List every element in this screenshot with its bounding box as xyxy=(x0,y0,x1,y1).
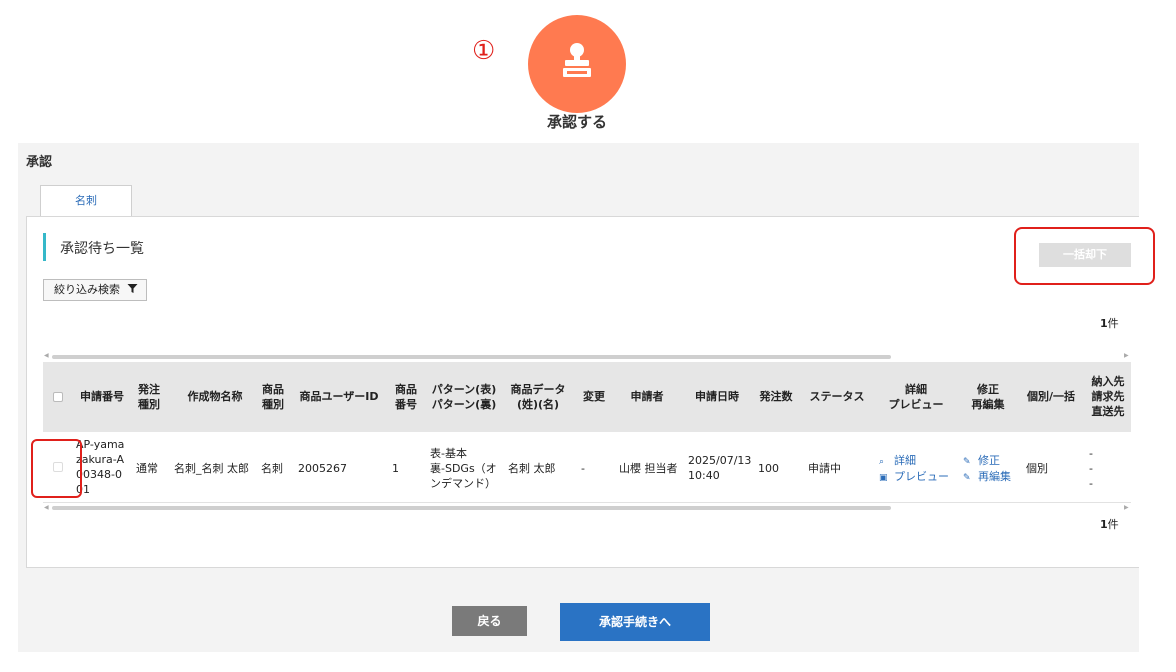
step-label: 承認する xyxy=(546,113,607,131)
col-product-type: 商品 種別 xyxy=(262,383,284,411)
tab-business-card[interactable]: 名刺 xyxy=(40,185,132,216)
count-bottom-number: 1 xyxy=(1100,518,1108,531)
detail-link-label: 詳細 xyxy=(894,454,916,467)
back-button[interactable]: 戻る xyxy=(452,606,527,636)
proceed-approval-button[interactable]: 承認手続きへ xyxy=(560,603,710,641)
count-bottom-unit: 件 xyxy=(1107,518,1119,531)
select-all-checkbox[interactable] xyxy=(53,392,63,402)
cell-request-no: AP-yama zakura-A 00348-0 01 xyxy=(76,438,125,496)
col-applied-at: 申請日時 xyxy=(695,390,739,403)
filter-search-button[interactable]: 絞り込み検索 xyxy=(43,279,147,301)
reedit-link[interactable]: ✎ 再編集 xyxy=(963,469,1011,486)
cell-product-data: 名刺 太郎 xyxy=(508,462,556,475)
col-product-no: 商品 番号 xyxy=(395,383,417,411)
cell-order-type: 通常 xyxy=(136,462,158,475)
edit-link-label: 修正 xyxy=(978,454,1000,467)
col-detail-preview: 詳細 プレビュー xyxy=(888,383,944,411)
step-circle xyxy=(528,15,626,113)
col-change: 変更 xyxy=(583,390,605,403)
count-top-unit: 件 xyxy=(1107,317,1119,330)
section-accent-bar xyxy=(43,233,46,261)
cell-delivery: - - - xyxy=(1089,447,1093,490)
table-row: AP-yama zakura-A 00348-0 01 通常 名刺_名刺 太郎 … xyxy=(43,432,1131,503)
scroll-left-arrow-bottom[interactable]: ◀ xyxy=(44,504,49,511)
filter-button-label: 絞り込み検索 xyxy=(54,283,120,296)
cell-individual-bulk: 個別 xyxy=(1026,462,1048,475)
filter-icon xyxy=(127,284,137,293)
detail-search-icon: ⌕ xyxy=(879,457,885,467)
col-individual-bulk: 個別/一括 xyxy=(1026,390,1076,403)
cell-change: - xyxy=(581,462,585,475)
edit-icon: ✎ xyxy=(963,457,971,467)
cell-product-type: 名刺 xyxy=(261,462,283,475)
col-product-user-id: 商品ユーザーID xyxy=(299,390,379,403)
section-title: 承認待ち一覧 xyxy=(60,241,144,257)
scroll-right-arrow-bottom[interactable]: ▶ xyxy=(1124,504,1129,511)
approval-stamp-icon xyxy=(563,43,591,77)
scroll-left-arrow-top[interactable]: ◀ xyxy=(44,352,49,359)
reedit-link-label: 再編集 xyxy=(978,470,1011,483)
cell-product-user-id: 2005267 xyxy=(298,462,347,475)
col-applicant: 申請者 xyxy=(630,390,664,403)
preview-link[interactable]: ▣ プレビュー xyxy=(879,469,949,486)
col-edit-reedit: 修正 再編集 xyxy=(971,383,1005,411)
scroll-right-arrow-top[interactable]: ▶ xyxy=(1124,352,1129,359)
col-item-name: 作成物名称 xyxy=(187,390,243,403)
cell-status: 申請中 xyxy=(808,462,841,475)
col-delivery: 納入先 請求先 直送先 xyxy=(1091,375,1125,418)
col-order-type: 発注 種別 xyxy=(138,383,160,411)
count-bottom: 1件 xyxy=(1100,516,1119,532)
bulk-reject-button[interactable]: 一括却下 xyxy=(1039,243,1131,267)
panel-title: 承認 xyxy=(26,155,53,170)
marker-1: ① xyxy=(472,36,496,66)
horizontal-scrollbar-bottom[interactable] xyxy=(52,506,891,510)
cell-item-name: 名刺_名刺 太郎 xyxy=(174,462,249,475)
preview-icon: ▣ xyxy=(879,473,888,483)
reedit-icon: ✎ xyxy=(963,473,971,483)
edit-link[interactable]: ✎ 修正 xyxy=(963,453,1000,470)
table-header: 申請番号 発注 種別 作成物名称 商品 種別 商品ユーザーID 商品 番号 パタ… xyxy=(43,362,1131,432)
col-request-no: 申請番号 xyxy=(80,390,124,403)
count-top-number: 1 xyxy=(1100,317,1108,330)
col-order-qty: 発注数 xyxy=(759,390,793,403)
cell-applicant: 山櫻 担当者 xyxy=(619,462,678,475)
col-status: ステータス xyxy=(809,390,865,403)
cell-applied-at: 2025/07/13 10:40 xyxy=(688,454,752,482)
cell-product-no: 1 xyxy=(392,462,399,475)
cell-order-qty: 100 xyxy=(758,462,779,475)
cell-pattern: 表-基本 裏-SDGs（オ ンデマンド） xyxy=(430,447,497,490)
horizontal-scrollbar-top[interactable] xyxy=(52,355,891,359)
detail-link[interactable]: ⌕ 詳細 xyxy=(879,453,916,470)
col-product-data: 商品データ (姓)(名) xyxy=(510,383,566,411)
preview-link-label: プレビュー xyxy=(894,470,949,483)
count-top: 1件 xyxy=(1100,315,1119,331)
highlight-box-2 xyxy=(31,439,82,498)
col-pattern: パターン(表) パターン(裏) xyxy=(431,383,497,411)
